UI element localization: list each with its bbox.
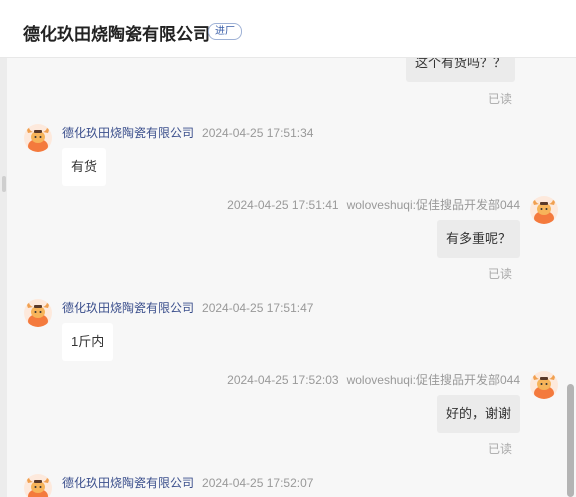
factory-tag-badge[interactable]: 进厂 (208, 23, 242, 40)
read-receipt: 已读 (488, 267, 513, 281)
cartoon-bull-avatar-icon[interactable] (24, 124, 52, 152)
page-title: 德化玖田烧陶瓷有限公司 (23, 25, 210, 44)
scrollbar[interactable] (564, 58, 576, 497)
sender-name[interactable]: 德化玖田烧陶瓷有限公司 (62, 126, 194, 140)
chat-header: 德化玖田烧陶瓷有限公司 进厂 (0, 0, 576, 58)
message-bubble-incoming[interactable]: 1斤内 (62, 323, 114, 361)
message-meta: 2024-04-25 17:52:03 woloveshuqi:促佳搜品开发部04… (227, 371, 520, 388)
read-receipt: 已读 (488, 92, 513, 106)
message-timestamp: 2024-04-25 17:52:07 (202, 476, 314, 490)
sender-name[interactable]: 德化玖田烧陶瓷有限公司 (62, 301, 194, 315)
message-timestamp: 2024-04-25 17:51:34 (202, 126, 314, 140)
message-bubble-outgoing[interactable]: 好的，谢谢 (436, 395, 520, 433)
message-timestamp: 2024-04-25 17:51:47 (202, 301, 314, 315)
left-scroll-strip (0, 58, 7, 497)
sender-name[interactable]: woloveshuqi:促佳搜品开发部044 (347, 198, 520, 212)
sender-name[interactable]: 德化玖田烧陶瓷有限公司 (62, 476, 194, 490)
message-bubble-outgoing[interactable]: 这个有货吗？？ (406, 58, 516, 82)
message-meta: 德化玖田烧陶瓷有限公司 2024-04-25 17:52:07 (62, 474, 313, 491)
avatar-graphic (533, 375, 555, 399)
message-list[interactable]: 这个有货吗？？ 已读 德化玖田烧陶瓷有限公司 2024-04-25 17:51:3… (0, 58, 576, 497)
message-timestamp: 2024-04-25 17:52:03 (227, 373, 339, 387)
message-meta: 2024-04-25 17:51:41 woloveshuqi:促佳搜品开发部04… (227, 196, 520, 213)
avatar-graphic (27, 303, 49, 327)
cartoon-bull-avatar-icon[interactable] (24, 299, 52, 327)
avatar-graphic (27, 128, 49, 152)
cartoon-bull-avatar-icon[interactable] (530, 371, 558, 399)
message-timestamp: 2024-04-25 17:51:41 (227, 198, 339, 212)
message-bubble-incoming[interactable]: 有货 (62, 148, 107, 186)
left-scroll-thumb[interactable] (2, 176, 6, 192)
avatar-graphic (533, 200, 555, 224)
message-meta: 德化玖田烧陶瓷有限公司 2024-04-25 17:51:34 (62, 124, 313, 141)
cartoon-bull-avatar-icon[interactable] (530, 196, 558, 224)
read-receipt: 已读 (488, 442, 513, 456)
cartoon-bull-avatar-icon[interactable] (24, 474, 52, 497)
message-bubble-outgoing[interactable]: 有多重呢？ (436, 220, 520, 258)
message-meta: 德化玖田烧陶瓷有限公司 2024-04-25 17:51:47 (62, 299, 313, 316)
avatar-graphic (27, 478, 49, 497)
scrollbar-thumb[interactable] (567, 384, 574, 497)
sender-name[interactable]: woloveshuqi:促佳搜品开发部044 (347, 373, 520, 387)
